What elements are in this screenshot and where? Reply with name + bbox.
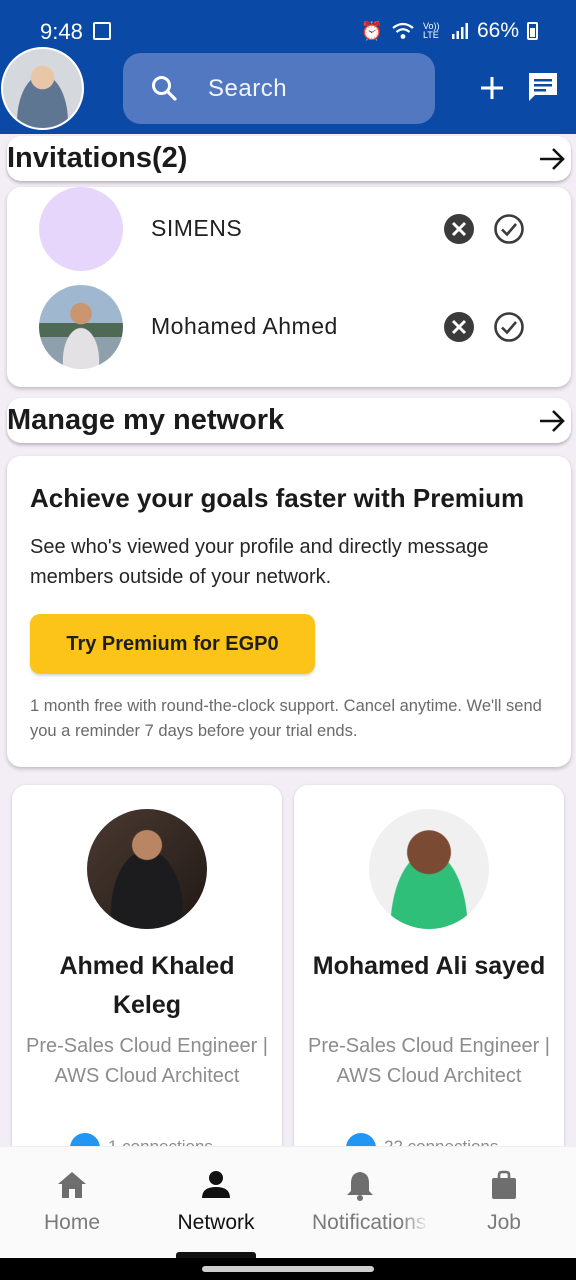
search-input[interactable]: Search [208, 75, 287, 103]
nav-jobs[interactable]: Job [432, 1147, 576, 1259]
invitation-name: SIMENS [151, 215, 243, 241]
alarm-icon: ⏰ [360, 20, 383, 41]
nav-label: Job [487, 1211, 521, 1234]
person-avatar [39, 285, 123, 369]
person-name: Ahmed Khaled Keleg [59, 952, 235, 1019]
status-indicators: ⏰ Vo)) LTE 66% [361, 19, 538, 43]
suggestion-card[interactable]: Mohamed Ali sayed Pre-Sales Cloud Engine… [294, 785, 564, 1165]
nav-label: Home [43, 1211, 101, 1234]
add-post-button[interactable] [478, 74, 506, 102]
home-gesture-pill[interactable] [202, 1266, 374, 1272]
suggestion-card[interactable]: Ahmed Khaled Keleg Pre-Sales Cloud Engin… [12, 785, 282, 1165]
search-bar[interactable]: Search [123, 53, 435, 124]
person-avatar [369, 809, 489, 929]
person-avatar [87, 809, 207, 929]
gesture-bar [0, 1258, 576, 1280]
home-icon [58, 1172, 86, 1198]
volte-label: Vo)) LTE [422, 21, 440, 40]
battery-percent: 66% [476, 19, 519, 42]
status-time: 9:48 [40, 19, 83, 44]
messages-icon[interactable] [526, 70, 560, 104]
battery-icon [527, 22, 538, 40]
reject-icon[interactable] [443, 311, 475, 343]
briefcase-icon [492, 1170, 516, 1199]
premium-description: See who's viewed your profile and direct… [30, 536, 489, 588]
person-headline: Pre-Sales Cloud Engineer | AWS Cloud Arc… [308, 1035, 550, 1087]
arrow-right-icon[interactable] [537, 406, 567, 436]
company-avatar [39, 187, 123, 271]
bottom-navigation: Home Network Notifications Job [0, 1146, 576, 1258]
gallery-notification-icon [93, 22, 111, 40]
premium-note: 1 month free with round-the-clock suppor… [30, 697, 542, 740]
arrow-right-icon[interactable] [537, 144, 567, 174]
nav-home[interactable]: Home [0, 1147, 144, 1259]
app-header: 9:48 ⏰ Vo)) LTE 66% Search [0, 0, 576, 134]
nav-network[interactable]: Network [144, 1147, 288, 1259]
my-profile-avatar[interactable] [1, 47, 84, 130]
reject-icon[interactable] [443, 213, 475, 245]
wifi-icon [392, 22, 414, 39]
nav-label: Network [177, 1211, 255, 1234]
search-icon [152, 76, 177, 101]
accept-icon[interactable] [493, 213, 525, 245]
invitation-item[interactable]: SIMENS [7, 187, 571, 277]
invitations-list: SIMENS Mohamed Ahmed [7, 187, 571, 387]
invitation-item[interactable]: Mohamed Ahmed [7, 285, 571, 375]
invitations-header[interactable]: Invitations(2) [7, 136, 571, 181]
premium-promo-card: Achieve your goals faster with Premium S… [7, 456, 571, 767]
invitations-title: Invitations(2) [7, 142, 188, 174]
person-name: Mohamed Ali sayed [312, 952, 546, 980]
signal-icon [451, 23, 468, 39]
accept-icon[interactable] [493, 311, 525, 343]
try-premium-button[interactable]: Try Premium for EGP0 [30, 614, 315, 674]
premium-title: Achieve your goals faster with Premium [30, 483, 525, 513]
bell-icon [347, 1172, 373, 1201]
manage-network-header[interactable]: Manage my network [7, 398, 571, 443]
invitation-name: Mohamed Ahmed [151, 313, 338, 339]
person-icon [202, 1171, 230, 1198]
person-headline: Pre-Sales Cloud Engineer | AWS Cloud Arc… [26, 1035, 268, 1087]
nav-label: Notifications [312, 1211, 427, 1234]
manage-network-title: Manage my network [7, 404, 285, 436]
nav-notifications[interactable]: Notifications [288, 1147, 432, 1259]
